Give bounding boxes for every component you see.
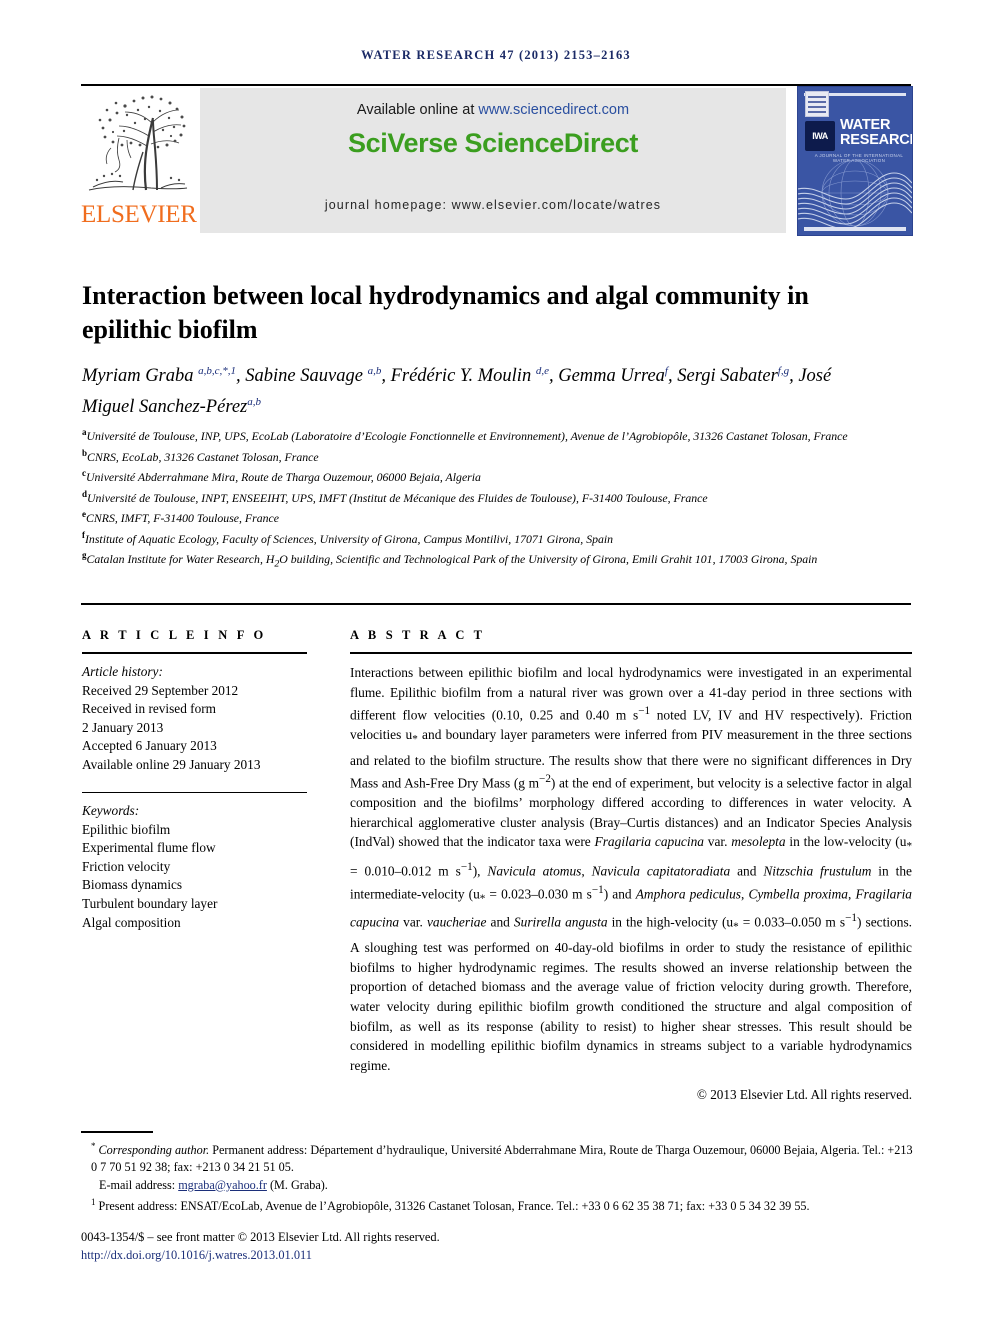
sciverse-sciencedirect-wordmark: SciVerse ScienceDirect: [348, 128, 638, 158]
elsevier-logo: ELSEVIER: [81, 88, 197, 236]
present-address-note: 1 Present address: ENSAT/EcoLab, Avenue …: [91, 1197, 810, 1214]
affiliation-line: aUniversité de Toulouse, INP, UPS, EcoLa…: [82, 427, 848, 443]
email-note: E-mail address: mgraba@yahoo.fr (M. Grab…: [81, 1177, 913, 1194]
page-title: Interaction between local hydrodynamics …: [82, 281, 809, 345]
abstract-copyright: © 2013 Elsevier Ltd. All rights reserved…: [696, 1087, 912, 1103]
list-item: 2 January 2013: [82, 719, 164, 735]
list-item: Available online 29 January 2013: [82, 756, 261, 772]
footnotes-block: * Corresponding author. Permanent addres…: [81, 1138, 913, 1216]
doi-link[interactable]: http://dx.doi.org/10.1016/j.watres.2013.…: [81, 1246, 913, 1264]
affiliation-line: gCatalan Institute for Water Research, H…: [82, 550, 818, 570]
available-online-line: Available online at www.sciencedirect.co…: [200, 102, 786, 118]
journal-cover-image: IWA WATER RESEARCH A JOURNAL OF THE INTE…: [797, 86, 913, 236]
email-suffix: (M. Graba).: [269, 1177, 328, 1192]
article-history-label: Article history:: [82, 664, 163, 679]
list-item: Accepted 6 January 2013: [82, 738, 217, 754]
corresponding-author-note: * Corresponding author. Permanent addres…: [91, 1141, 913, 1175]
elsevier-tree-icon: [83, 88, 191, 200]
running-head: WATER RESEARCH 47 (2013) 2153–2163: [0, 48, 992, 63]
cover-title-line1: WATER: [840, 117, 891, 133]
iwa-badge-text: IWA: [812, 131, 828, 141]
list-item: Turbulent boundary layer: [82, 896, 218, 912]
masthead: ELSEVIER Available online at www.science…: [81, 86, 913, 236]
elsevier-wordmark: ELSEVIER: [81, 201, 197, 228]
list-item: Biomass dynamics: [82, 877, 183, 893]
available-online-prefix: Available online at: [356, 102, 479, 118]
iwa-logo-icon: IWA: [805, 121, 835, 151]
affiliation-list: aUniversité de Toulouse, INP, UPS, EcoLa…: [82, 424, 912, 573]
affiliation-line: bCNRS, EcoLab, 31326 Castanet Tolosan, F…: [82, 447, 319, 464]
running-head-text: WATER RESEARCH 47 (2013) 2153–2163: [361, 48, 631, 62]
article-history-block: Article history: Received 29 September 2…: [82, 663, 307, 775]
article-info-heading: A R T I C L E I N F O: [82, 628, 267, 642]
email-link[interactable]: mgraba@yahoo.fr: [178, 1178, 267, 1192]
list-item: Received 29 September 2012: [82, 682, 239, 698]
paper-page: WATER RESEARCH 47 (2013) 2153–2163 ELSEV…: [0, 0, 992, 1323]
keywords-block: Keywords: Epilithic biofilm Experimental …: [82, 802, 307, 932]
footnote-rule: [81, 1131, 153, 1133]
affiliation-line: cUniversité Abderrahmane Mira, Route de …: [82, 468, 481, 484]
keyword-items: Epilithic biofilm Experimental flume flow…: [82, 821, 307, 933]
list-item: Received in revised form: [82, 701, 217, 717]
info-abstract-top-rule: [81, 603, 911, 605]
list-item: Epilithic biofilm: [82, 821, 171, 837]
issn-copyright-line: 0043-1354/$ – see front matter © 2013 El…: [81, 1230, 440, 1244]
affiliation-line: eCNRS, IMFT, F-31400 Toulouse, France: [82, 509, 280, 525]
abstract-body: Interactions between epilithic biofilm a…: [350, 665, 913, 1073]
cover-bottom-bar: [804, 227, 906, 231]
article-history-items: Received 29 September 2012 Received in re…: [82, 682, 307, 775]
abstract-heading: A B S T R A C T: [350, 628, 486, 642]
keywords-label: Keywords:: [82, 803, 140, 819]
journal-homepage-line[interactable]: journal homepage: www.elsevier.com/locat…: [200, 198, 786, 212]
abstract-rule: [350, 652, 912, 654]
affiliation-line: dUniversité de Toulouse, INPT, ENSEEIHT,…: [82, 488, 708, 505]
list-item: Friction velocity: [82, 858, 171, 874]
sciencedirect-banner: Available online at www.sciencedirect.co…: [200, 88, 786, 233]
list-item: Experimental flume flow: [82, 840, 216, 856]
abstract-column: A B S T R A C T Interactions between epi…: [350, 628, 912, 1103]
cover-publisher-mark-icon: [805, 91, 829, 117]
cover-journal-title: WATER RESEARCH: [840, 117, 913, 148]
article-info-rule: [82, 652, 307, 654]
footer-block: 0043-1354/$ – see front matter © 2013 El…: [81, 1228, 913, 1264]
keywords-rule: [82, 791, 307, 794]
cover-wave-globe-artwork: [798, 159, 912, 235]
cover-title-line2: RESEARCH: [840, 132, 913, 148]
list-item: Algal composition: [82, 914, 181, 930]
sciencedirect-url[interactable]: www.sciencedirect.com: [478, 102, 629, 118]
author-list: Myriam Graba a,b,c,*,1, Sabine Sauvage a…: [82, 365, 832, 418]
article-info-column: A R T I C L E I N F O Article history: R…: [82, 628, 307, 932]
affiliation-line: fInstitute of Aquatic Ecology, Faculty o…: [82, 529, 614, 546]
email-label: E-mail address:: [99, 1177, 176, 1192]
